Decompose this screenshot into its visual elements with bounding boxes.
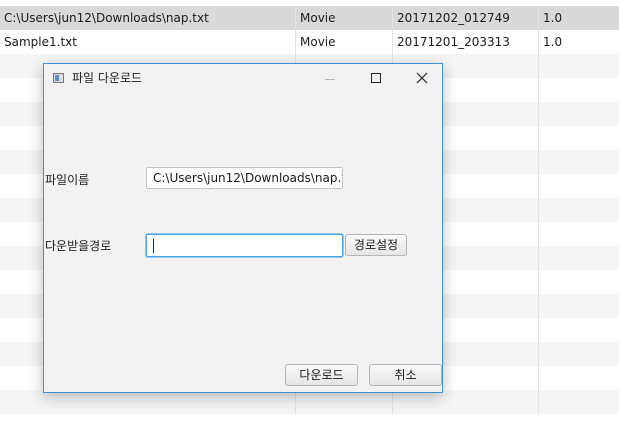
empty-cell xyxy=(539,222,619,246)
download-button[interactable]: 다운로드 xyxy=(285,364,358,386)
dialog-titlebar[interactable]: 파일 다운로드 xyxy=(44,64,442,94)
empty-cell xyxy=(539,342,619,366)
text-caret xyxy=(153,239,154,253)
empty-cell xyxy=(539,174,619,198)
empty-cell xyxy=(539,246,619,270)
empty-cell xyxy=(539,102,619,126)
cancel-button[interactable]: 취소 xyxy=(369,364,442,386)
empty-cell xyxy=(539,366,619,390)
browse-path-button[interactable]: 경로설정 xyxy=(345,234,407,256)
empty-cell xyxy=(296,390,393,414)
cell-path: Sample1.txt xyxy=(0,30,296,54)
table-row[interactable]: C:\Users\jun12\Downloads\nap.txt Movie 2… xyxy=(0,6,619,30)
empty-cell xyxy=(539,318,619,342)
download-dialog: 파일 다운로드 파일이름 C:\Users\jun12\Downloads\na… xyxy=(43,63,443,393)
empty-cell xyxy=(539,270,619,294)
close-button[interactable] xyxy=(398,64,444,94)
download-path-input[interactable] xyxy=(146,234,343,257)
minimize-button[interactable] xyxy=(306,64,352,94)
empty-cell xyxy=(539,390,619,414)
download-path-label: 다운받을경로 xyxy=(45,239,112,253)
cell-date: 20171202_012749 xyxy=(393,6,539,30)
empty-cell xyxy=(539,78,619,102)
app-window-icon xyxy=(53,73,64,83)
cell-type: Movie xyxy=(296,6,393,30)
cell-version: 1.0 xyxy=(543,11,563,25)
empty-cell xyxy=(539,126,619,150)
cell-version: 1.0 xyxy=(543,35,563,49)
empty-cell xyxy=(0,390,296,414)
filename-label: 파일이름 xyxy=(45,173,90,187)
cell-path: C:\Users\jun12\Downloads\nap.txt xyxy=(0,6,296,30)
dialog-title: 파일 다운로드 xyxy=(72,71,143,85)
empty-cell xyxy=(539,150,619,174)
cell-date: 20171201_203313 xyxy=(393,30,539,54)
maximize-button[interactable] xyxy=(352,64,398,94)
filename-field[interactable]: C:\Users\jun12\Downloads\nap.txt xyxy=(146,167,343,189)
close-icon xyxy=(416,72,428,84)
empty-cell xyxy=(393,390,539,414)
empty-cell xyxy=(539,294,619,318)
table-row[interactable] xyxy=(0,390,619,414)
cell-type: Movie xyxy=(296,30,393,54)
table-row[interactable]: Sample1.txt Movie 20171201_203313 1.0 xyxy=(0,30,619,54)
empty-cell xyxy=(539,54,619,78)
empty-cell xyxy=(539,198,619,222)
